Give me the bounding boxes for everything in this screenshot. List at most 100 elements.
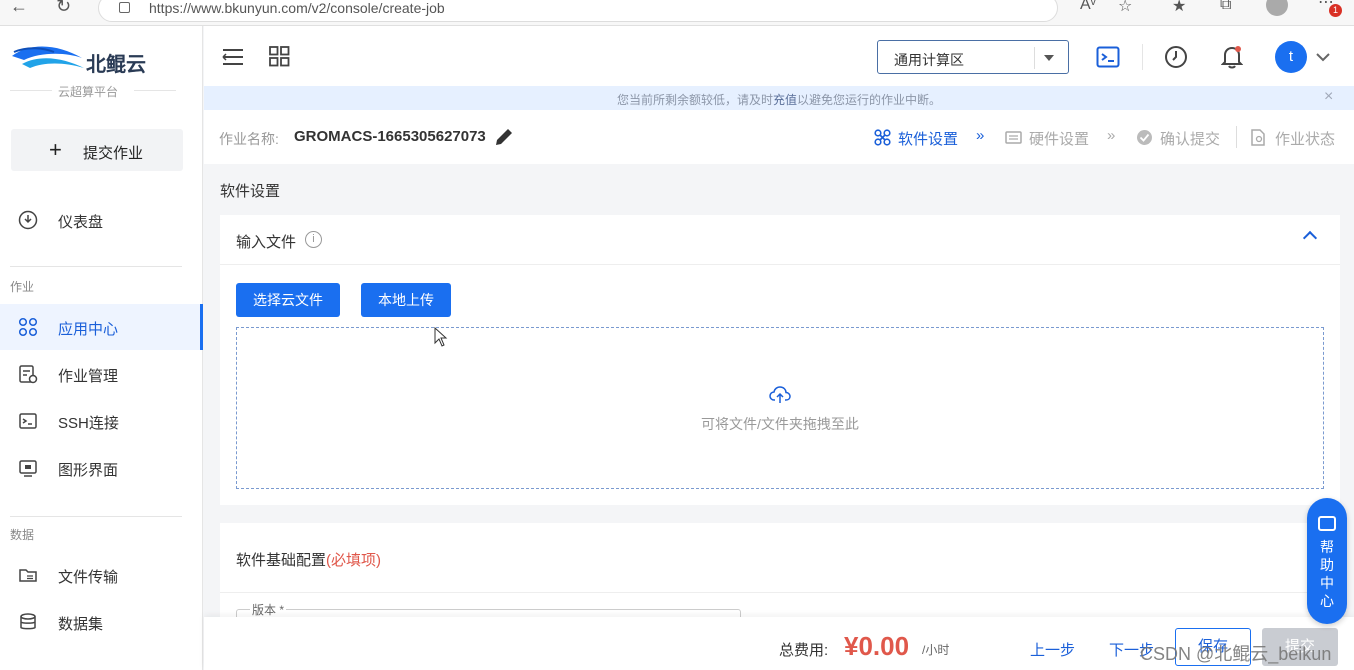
- job-list-icon: [19, 365, 38, 384]
- sidebar: 北鲲云 云超算平台 + 提交作业 仪表盘 作业 应用中心 作业管理 SSH连接 …: [0, 26, 203, 670]
- notification-badge: 1: [1329, 4, 1342, 17]
- job-name-value: GROMACS-1665305627073: [294, 128, 486, 145]
- favorite-add-icon[interactable]: ☆: [1118, 0, 1132, 16]
- sidebar-item-gui[interactable]: 图形界面: [0, 445, 203, 491]
- help-center-label: 帮助中心: [1320, 539, 1334, 609]
- browser-profile-icon[interactable]: [1266, 0, 1288, 16]
- notice-text: 您当前所剩余额较低，请及时: [616, 93, 773, 107]
- cost-unit: /小时: [922, 643, 950, 657]
- basic-config-title: 软件基础配置(必填项): [236, 549, 381, 570]
- notification-bell-icon[interactable]: [1221, 45, 1243, 69]
- recharge-link[interactable]: 充值: [773, 93, 797, 107]
- step-confirm-submit[interactable]: 确认提交: [1160, 128, 1220, 149]
- sidebar-item-label: 图形界面: [58, 462, 119, 479]
- logo-subtitle: 云超算平台: [58, 85, 119, 99]
- logo-divider: [134, 90, 176, 91]
- section-divider: [10, 516, 182, 517]
- job-status-icon: [1251, 129, 1265, 146]
- previous-step-button[interactable]: 上一步: [1030, 639, 1075, 660]
- software-settings-icon: [874, 129, 891, 146]
- total-cost-label: 总费用:: [779, 642, 829, 659]
- version-label: 版本 *: [250, 601, 287, 618]
- sidebar-item-app-center[interactable]: 应用中心: [0, 304, 203, 350]
- read-aloud-icon[interactable]: Aᵛ: [1080, 0, 1096, 14]
- lock-icon: [119, 2, 130, 13]
- header-divider: [1142, 44, 1143, 70]
- reload-icon[interactable]: ↻: [56, 0, 71, 17]
- input-files-title: 输入文件: [236, 234, 297, 251]
- favorites-icon[interactable]: ★: [1172, 0, 1186, 16]
- step-hardware-settings[interactable]: 硬件设置: [1029, 128, 1089, 149]
- sidebar-item-file-transfer[interactable]: 文件传输: [0, 552, 203, 598]
- panel-divider: [220, 592, 1340, 593]
- select-divider: [1034, 47, 1035, 69]
- page-title: 软件设置: [220, 183, 281, 200]
- chevron-down-icon: [1044, 55, 1054, 61]
- back-icon[interactable]: ←: [10, 0, 28, 17]
- help-chat-icon: [1318, 516, 1336, 531]
- help-center-button[interactable]: 帮助中心: [1307, 498, 1347, 624]
- notice-text: 以避免您运行的作业中断。: [797, 93, 942, 107]
- step-job-status[interactable]: 作业状态: [1275, 128, 1335, 149]
- browser-toolbar: ← ↻ https://www.bkunyun.com/v2/console/c…: [0, 0, 1354, 26]
- basic-config-title-text: 软件基础配置: [236, 552, 327, 569]
- check-circle-icon: [1137, 130, 1152, 145]
- grid-apps-icon[interactable]: [269, 46, 290, 67]
- chevron-down-icon[interactable]: [1316, 53, 1330, 62]
- local-upload-button[interactable]: 本地上传: [361, 283, 451, 317]
- url-text: https://www.bkunyun.com/v2/console/creat…: [149, 0, 445, 16]
- sidebar-item-label: SSH连接: [58, 415, 119, 432]
- sidebar-item-label: 数据集: [58, 616, 104, 633]
- collections-icon[interactable]: ⧉: [1220, 0, 1231, 14]
- job-header: 作业名称: GROMACS-1665305627073 软件设置 » 硬件设置 …: [204, 110, 1354, 164]
- edit-pencil-icon[interactable]: [494, 127, 514, 147]
- compute-zone-select[interactable]: 通用计算区: [877, 40, 1069, 74]
- terminal-icon: [19, 413, 37, 429]
- sidebar-item-dashboard[interactable]: 仪表盘: [0, 197, 203, 243]
- file-drop-zone[interactable]: 可将文件/文件夹拖拽至此: [236, 327, 1324, 489]
- submit-job-label: 提交作业: [83, 145, 144, 162]
- sidebar-item-label: 作业管理: [58, 368, 119, 385]
- sidebar-item-label: 文件传输: [58, 569, 119, 586]
- compute-zone-value: 通用计算区: [894, 52, 964, 68]
- menu-toggle-icon[interactable]: [222, 48, 244, 66]
- cloud-upload-icon: [769, 386, 791, 403]
- sidebar-item-job-management[interactable]: 作业管理: [0, 351, 203, 397]
- input-files-header[interactable]: 输入文件 i: [220, 215, 1340, 265]
- logo-divider: [10, 90, 52, 91]
- submit-job-button[interactable]: + 提交作业: [11, 129, 183, 171]
- terminal-console-icon[interactable]: [1096, 46, 1120, 68]
- dashboard-icon: [18, 210, 38, 230]
- close-icon[interactable]: ×: [1324, 88, 1333, 106]
- billing-clock-icon[interactable]: [1164, 45, 1188, 69]
- mouse-cursor-icon: [434, 327, 448, 347]
- choose-cloud-file-button[interactable]: 选择云文件: [236, 283, 340, 317]
- step-divider: [1236, 126, 1237, 148]
- database-icon: [20, 613, 36, 630]
- section-label-jobs: 作业: [10, 280, 35, 294]
- sidebar-item-ssh[interactable]: SSH连接: [0, 398, 203, 444]
- apps-icon: [18, 317, 38, 337]
- step-software-settings[interactable]: 软件设置: [898, 128, 958, 149]
- csdn-watermark: CSDN @北鲲云_beikun: [1140, 644, 1332, 664]
- chevron-right-icon: »: [1107, 127, 1116, 144]
- hardware-settings-icon: [1005, 131, 1022, 144]
- notice-message: 您当前所剩余额较低，请及时充值以避免您运行的作业中断。: [204, 91, 1354, 108]
- job-name-label: 作业名称:: [219, 131, 279, 147]
- sidebar-item-label: 仪表盘: [58, 214, 104, 231]
- monitor-icon: [19, 460, 37, 477]
- section-label-data: 数据: [10, 528, 35, 542]
- section-divider: [10, 266, 182, 267]
- folder-transfer-icon: [19, 569, 37, 582]
- low-balance-notice: 您当前所剩余额较低，请及时充值以避免您运行的作业中断。 ×: [204, 86, 1354, 110]
- required-tag: (必填项): [326, 552, 382, 569]
- input-files-panel: 输入文件 i 选择云文件 本地上传 可将文件/文件夹拖拽至此: [220, 215, 1340, 505]
- sidebar-item-label: 应用中心: [58, 321, 119, 338]
- sidebar-item-dataset[interactable]: 数据集: [0, 599, 203, 645]
- top-header: 通用计算区 t: [204, 26, 1354, 86]
- address-bar[interactable]: https://www.bkunyun.com/v2/console/creat…: [98, 0, 1058, 22]
- chevron-up-icon[interactable]: [1302, 230, 1318, 246]
- info-icon[interactable]: i: [305, 231, 322, 248]
- user-avatar[interactable]: t: [1275, 41, 1307, 73]
- basic-config-panel: 软件基础配置(必填项) 版本 *: [220, 523, 1340, 629]
